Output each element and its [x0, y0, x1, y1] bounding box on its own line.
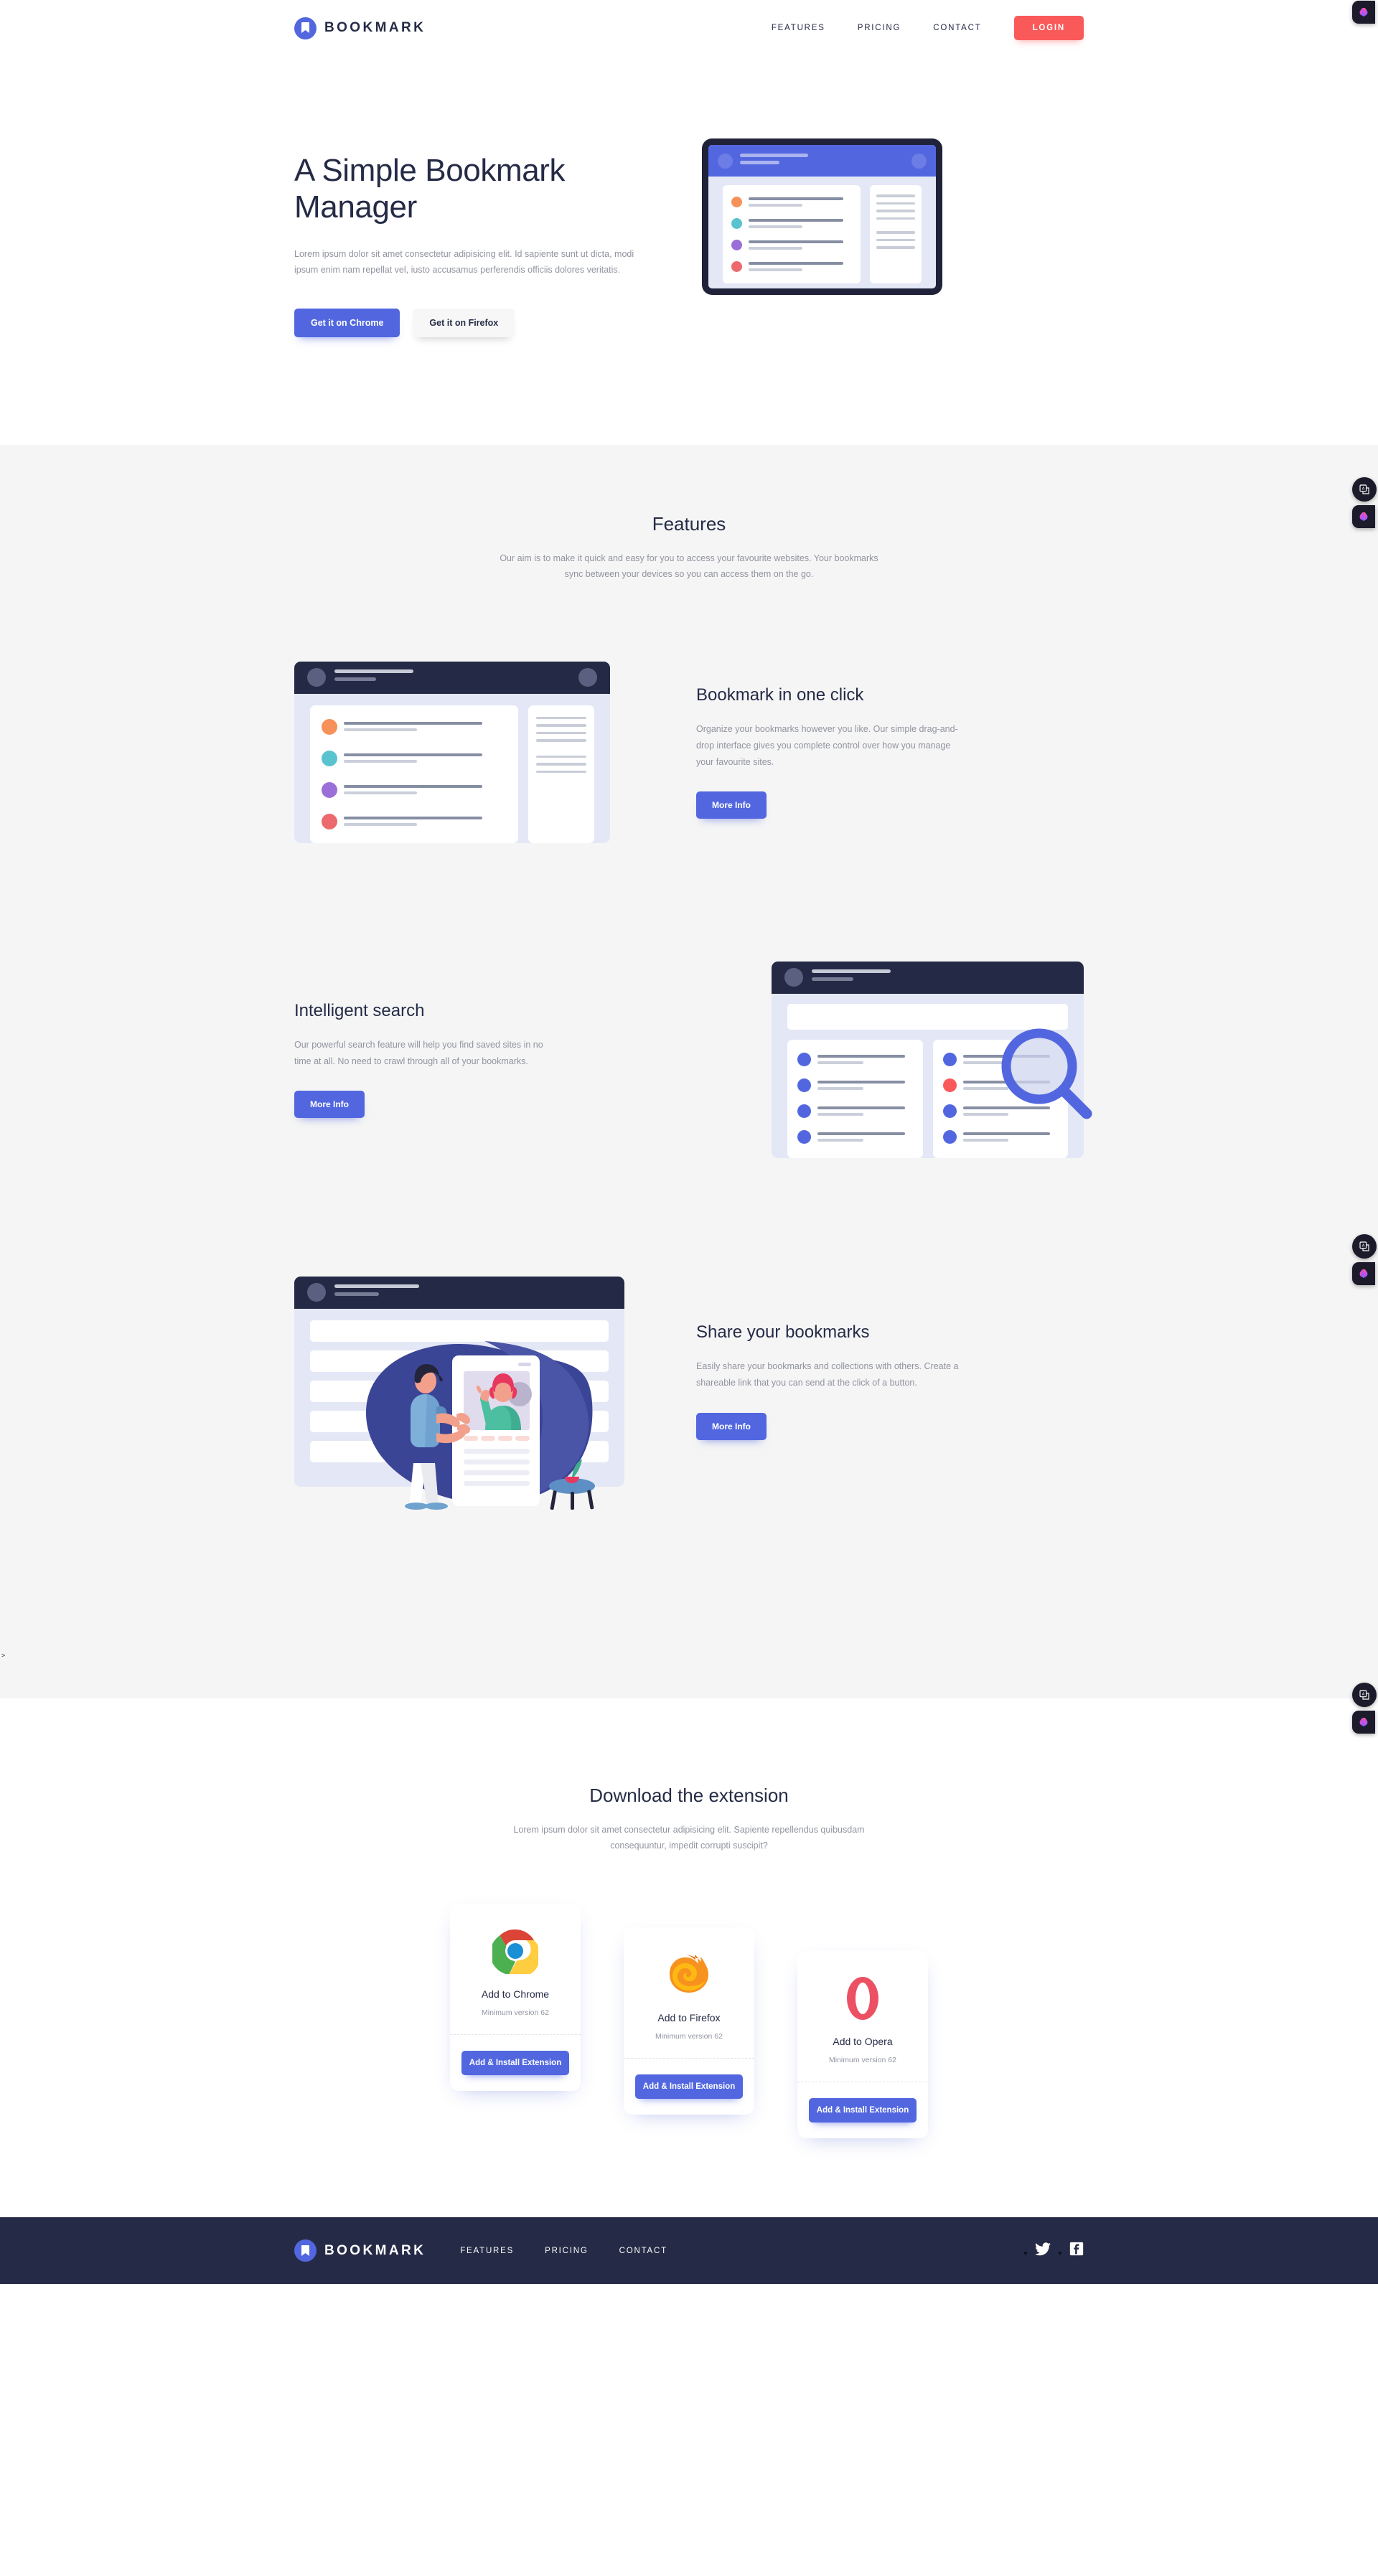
facebook-icon[interactable] [1069, 2242, 1084, 2260]
nav-item-contact[interactable]: CONTACT [933, 24, 981, 32]
floating-widgets-features: A [1352, 476, 1377, 528]
feature-title-bookmark: Bookmark in one click [696, 685, 864, 705]
download-subtitle: Lorem ipsum dolor sit amet consectetur a… [513, 1824, 865, 1851]
chrome-logo-icon [450, 1925, 581, 1977]
social-item-twitter [1035, 2242, 1051, 2260]
tab-avatar-icon [718, 153, 733, 169]
more-info-button-search[interactable]: More Info [294, 1091, 365, 1119]
feature-row-share: Share your bookmarks Easily share your b… [294, 1276, 1084, 1510]
site-footer: BOOKMARK FEATURES PRICING CONTACT • • [0, 1, 1378, 2285]
feature-row-bookmark: Bookmark in one click Organize your book… [294, 661, 1084, 843]
footer-nav-pricing[interactable]: PRICING [545, 2247, 589, 2255]
feature-row-search: Intelligent search Our powerful search f… [294, 961, 1092, 1158]
feature-illustration-bookmark [294, 661, 653, 843]
translate-widget-icon-2[interactable]: A [1352, 1233, 1377, 1259]
ai-brain-widget-icon-4[interactable] [1352, 1, 1375, 24]
ai-brain-widget-icon-3[interactable] [1352, 1710, 1375, 1734]
browser-version-opera: Minimum version 62 [829, 2056, 896, 2065]
translate-widget-icon[interactable]: A [1352, 476, 1377, 502]
tab-menu-icon [911, 153, 927, 169]
browser-card-chrome: Add to Chrome Minimum version 62 Add & I… [450, 1904, 581, 2092]
feature-text-share: Easily share your bookmarks and collecti… [696, 1361, 959, 1388]
feature-illustration-search [725, 961, 1092, 1158]
install-button-firefox[interactable]: Add & Install Extension [635, 2074, 743, 2100]
feature-text-bookmark: Organize your bookmarks however you like… [696, 724, 958, 767]
login-button[interactable]: LOGIN [1013, 16, 1084, 40]
browser-name-chrome: Add to Chrome [481, 1988, 550, 2001]
features-heading-block: Features Our aim is to make it quick and… [0, 513, 1378, 583]
browser-version-chrome: Minimum version 62 [482, 2008, 549, 2018]
browser-name-opera: Add to Opera [833, 2036, 893, 2048]
feature-illustration-share [294, 1276, 653, 1510]
bookmark-logo-icon [294, 17, 317, 39]
footer-navigation: FEATURES PRICING CONTACT [460, 2247, 667, 2255]
svg-text:A: A [1362, 486, 1365, 491]
svg-text:A: A [1362, 1244, 1365, 1248]
footer-nav-contact[interactable]: CONTACT [619, 2247, 667, 2255]
nav-item-features[interactable]: FEATURES [772, 24, 825, 32]
download-title: Download the extension [589, 1784, 789, 1806]
footer-nav-features[interactable]: FEATURES [460, 2247, 514, 2255]
main-navigation: FEATURES PRICING CONTACT LOGIN [772, 16, 1084, 40]
hero-buttons: Get it on Chrome Get it on Firefox [294, 308, 667, 337]
site-header: BOOKMARK FEATURES PRICING CONTACT LOGIN [0, 0, 1378, 56]
ai-brain-widget-icon[interactable] [1352, 504, 1375, 528]
get-it-on-firefox-button[interactable]: Get it on Firefox [413, 308, 515, 337]
opera-logo-icon [797, 1973, 928, 2024]
browser-card-opera: Add to Opera Minimum version 62 Add & In… [797, 1951, 928, 2139]
feature-text-search: Our powerful search feature will help yo… [294, 1039, 543, 1066]
footer-bookmark-logo-icon [294, 2239, 317, 2262]
footer-brand-logo[interactable]: BOOKMARK [294, 2239, 426, 2262]
hero-title: A Simple Bookmark Manager [294, 153, 566, 225]
download-section: Download the extension Lorem ipsum dolor… [0, 1698, 1378, 2218]
features-section: A Features Our aim is to make it quick a… [0, 444, 1378, 1734]
brand-logo[interactable]: BOOKMARK [294, 17, 426, 39]
browser-version-firefox: Minimum version 62 [655, 2032, 723, 2041]
social-item-facebook [1069, 2242, 1084, 2260]
floating-widgets-footer: A [1352, 0, 1377, 24]
hero-subtitle: Lorem ipsum dolor sit amet consectetur a… [294, 249, 634, 276]
floating-widgets-share: A [1352, 1682, 1377, 1734]
browser-name-firefox: Add to Firefox [657, 2012, 721, 2024]
features-subtitle: Our aim is to make it quick and easy for… [500, 553, 878, 579]
twitter-icon[interactable] [1035, 2242, 1051, 2260]
magnifier-icon [995, 1025, 1097, 1130]
brand-name: BOOKMARK [324, 20, 426, 35]
browser-card-firefox: Add to Firefox Minimum version 62 Add & … [624, 1927, 754, 2115]
firefox-logo-icon [624, 1949, 754, 2001]
install-button-chrome[interactable]: Add & Install Extension [461, 2051, 569, 2076]
feature-title-share: Share your bookmarks [696, 1322, 870, 1343]
people-sharing-illustration [359, 1327, 596, 1513]
tablet-illustration [702, 138, 942, 295]
stray-text-artifact: > [1, 1651, 6, 1659]
svg-text:A: A [1362, 1692, 1365, 1696]
get-it-on-chrome-button[interactable]: Get it on Chrome [294, 308, 400, 337]
install-button-opera[interactable]: Add & Install Extension [809, 2098, 917, 2123]
browser-cards: Add to Chrome Minimum version 62 Add & I… [294, 1904, 1084, 2139]
feature-title-search: Intelligent search [294, 1000, 425, 1020]
features-title: Features [652, 512, 726, 535]
translate-widget-icon-3[interactable]: A [1352, 1682, 1377, 1707]
more-info-button-share[interactable]: More Info [696, 1412, 767, 1440]
ai-brain-widget-icon-2[interactable] [1352, 1261, 1375, 1285]
more-info-button-bookmark[interactable]: More Info [696, 791, 767, 819]
footer-brand-name: BOOKMARK [324, 2242, 426, 2258]
hero-section: A Simple Bookmark Manager Lorem ipsum do… [0, 56, 1378, 445]
footer-social-links [1035, 2242, 1084, 2260]
floating-widgets-search: A [1352, 1233, 1377, 1285]
hero-illustration [702, 138, 946, 295]
nav-item-pricing[interactable]: PRICING [858, 24, 901, 32]
